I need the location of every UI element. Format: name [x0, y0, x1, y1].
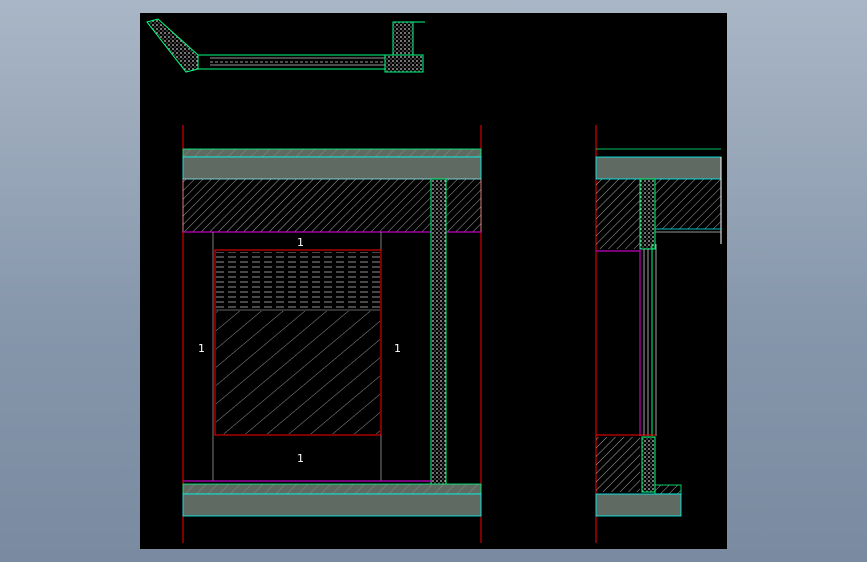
section-insulated-column — [639, 178, 656, 250]
label-bottom: 1 — [297, 452, 304, 465]
label-right: 1 — [394, 342, 401, 355]
section-top-slab — [595, 156, 722, 180]
bottom-slab — [182, 493, 482, 517]
window-blind — [216, 252, 380, 310]
insulated-column — [430, 178, 447, 493]
section-lintel-right — [655, 179, 721, 229]
section-lower-wall — [596, 437, 640, 492]
top-slab — [182, 156, 482, 180]
top-slab-finish — [182, 148, 482, 158]
section-lintel-left — [596, 179, 640, 249]
label-top: 1 — [297, 236, 304, 249]
cad-drawing-canvas[interactable]: 1 1 1 1 — [0, 0, 867, 562]
window-glass — [216, 311, 380, 434]
section-bottom-slab — [595, 493, 682, 517]
bottom-slab-finish — [182, 483, 482, 495]
label-left: 1 — [198, 342, 205, 355]
